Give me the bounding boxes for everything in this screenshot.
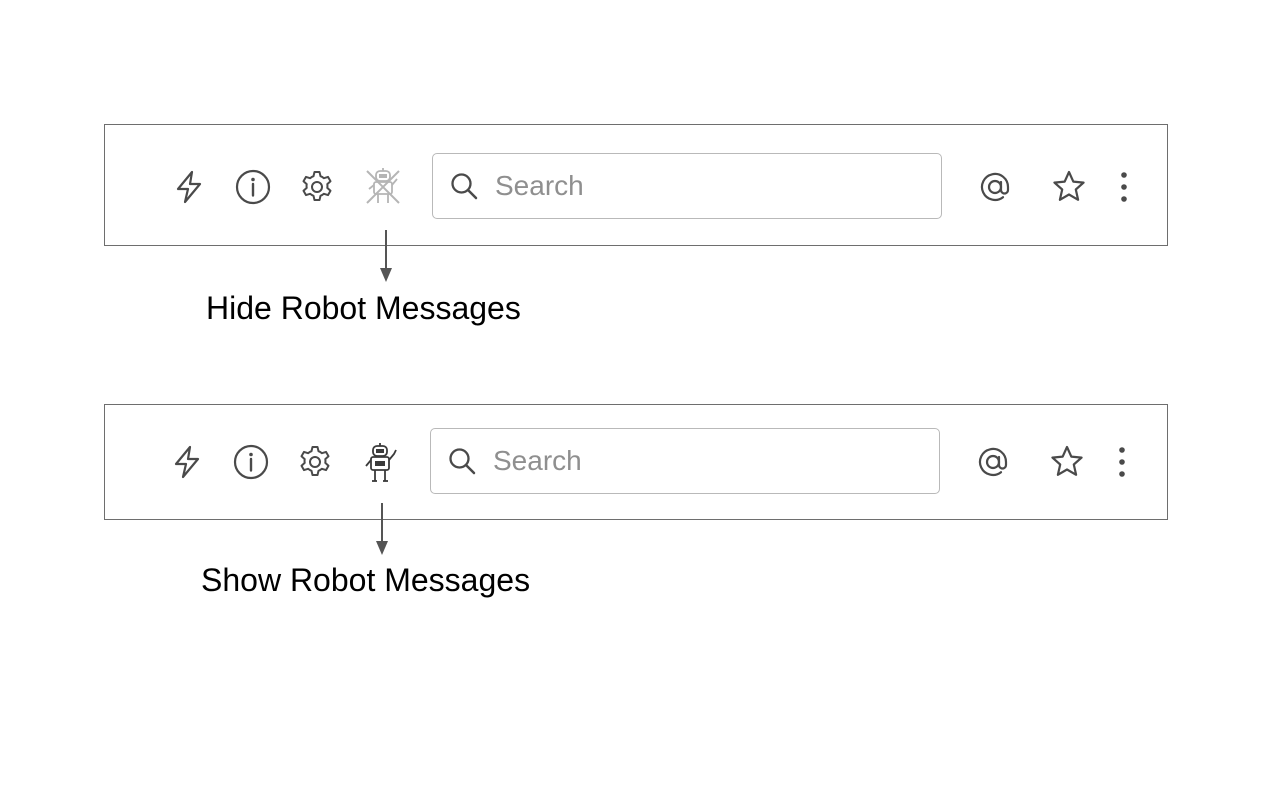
toolbar-show-robots xyxy=(104,404,1168,520)
more-vertical-icon[interactable] xyxy=(1112,169,1136,205)
more-vertical-icon[interactable] xyxy=(1110,444,1134,480)
search-input[interactable] xyxy=(495,154,915,218)
info-icon[interactable] xyxy=(233,444,269,480)
robot-hidden-icon[interactable] xyxy=(363,167,403,207)
callout-arrow-show xyxy=(376,541,388,555)
caption-hide-robot-messages: Hide Robot Messages xyxy=(206,290,521,326)
callout-arrow-hide xyxy=(380,268,392,282)
robot-icon[interactable] xyxy=(360,442,400,486)
info-icon[interactable] xyxy=(235,169,271,205)
gear-icon[interactable] xyxy=(299,169,335,205)
caption-show-robot-messages: Show Robot Messages xyxy=(201,562,531,598)
toolbar-hide-robots xyxy=(104,124,1168,246)
search-field[interactable] xyxy=(432,153,942,219)
search-input[interactable] xyxy=(493,429,913,493)
search-icon xyxy=(451,173,478,200)
at-mention-icon[interactable] xyxy=(977,169,1013,205)
search-icon xyxy=(449,448,476,475)
star-icon[interactable] xyxy=(1051,169,1087,205)
callout-line-show xyxy=(381,503,383,543)
at-mention-icon[interactable] xyxy=(975,444,1011,480)
lightning-icon[interactable] xyxy=(171,169,207,205)
callout-line-hide xyxy=(385,230,387,270)
search-field[interactable] xyxy=(430,428,940,494)
lightning-icon[interactable] xyxy=(169,444,205,480)
star-icon[interactable] xyxy=(1049,444,1085,480)
gear-icon[interactable] xyxy=(297,444,333,480)
